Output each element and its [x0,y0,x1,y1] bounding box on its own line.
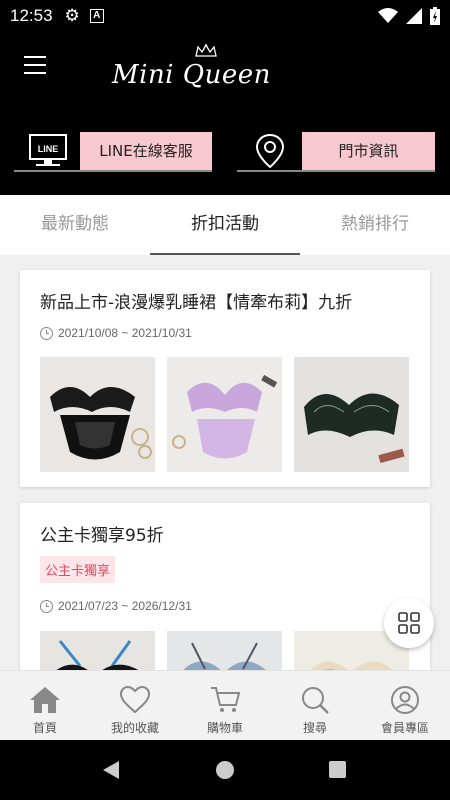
nav-favorites[interactable]: 我的收藏 [90,671,180,740]
date-range: 2021/10/08 ~ 2021/10/31 [58,326,192,340]
back-icon[interactable] [102,760,120,780]
clock-icon [40,326,53,340]
promotion-title: 新品上市-浪漫爆乳睡裙【情牽布莉】九折 [40,293,353,313]
battery-icon [430,7,440,25]
date-range: 2021/07/23 ~ 2026/12/31 [58,599,192,613]
nav-cart[interactable]: 購物車 [180,671,270,740]
line-support-button[interactable]: LINE LINE在線客服 [14,132,214,172]
logo-text: Mini Queen [112,60,271,90]
store-info-button[interactable]: 門市資訊 [237,132,437,172]
app-header: Mini Queen LINE LINE在線客服 門市資訊 [0,32,450,195]
nav-member-label: 會員專區 [380,721,429,735]
lilac-bra-image[interactable] [167,357,282,472]
recent-apps-icon[interactable] [329,761,346,778]
cart-icon [207,683,243,717]
nav-search-label: 搜尋 [302,721,327,735]
clock-icon [40,599,53,613]
status-bar: 12:53 ⚙ A [0,0,450,32]
grid-icon [398,612,420,634]
promotion-date: 2021/07/23 ~ 2026/12/31 [40,599,192,613]
nav-home[interactable]: 首頁 [0,671,90,740]
blue-floral-bra-image[interactable] [167,631,282,670]
home-circle-icon[interactable] [216,761,234,779]
nav-favorites-label: 我的收藏 [110,721,159,735]
wifi-icon [378,8,398,23]
brand-logo: Mini Queen [112,44,270,94]
menu-icon[interactable] [24,56,46,74]
bottom-navigation: 首頁 我的收藏 購物車 搜尋 會員專區 [0,670,450,740]
promotion-thumbnails [40,357,409,472]
store-info-label: 門市資訊 [302,132,435,170]
category-tabs: 最新動態 折扣活動 熱銷排行 [0,195,450,255]
nav-search[interactable]: 搜尋 [270,671,360,740]
crown-icon [195,44,217,57]
home-icon [27,683,63,717]
tab-latest-news[interactable]: 最新動態 [0,195,150,255]
tab-discounts[interactable]: 折扣活動 [150,195,300,255]
system-navigation-bar [0,740,450,800]
promotion-date: 2021/10/08 ~ 2021/10/31 [40,326,192,340]
search-icon [297,683,333,717]
line-icon-text: LINE [38,144,59,154]
nav-home-label: 首頁 [32,721,57,735]
settings-icon: ⚙ [64,6,80,26]
location-pin-icon [255,133,285,169]
nav-member[interactable]: 會員專區 [360,671,450,740]
signal-icon [406,8,422,24]
promotion-list: 新品上市-浪漫爆乳睡裙【情牽布莉】九折 2021/10/08 ~ 2021/10… [0,255,450,670]
dark-green-lace-bra-image[interactable] [294,357,409,472]
promotion-title: 公主卡獨享95折 [40,526,164,546]
line-support-label: LINE在線客服 [80,132,212,170]
status-time: 12:53 [10,6,53,25]
promotion-card[interactable]: 新品上市-浪漫爆乳睡裙【情牽布莉】九折 2021/10/08 ~ 2021/10… [20,270,430,487]
member-badge: 公主卡獨享 [40,556,116,583]
grid-menu-button[interactable] [384,598,434,648]
promotion-card[interactable]: 公主卡獨享95折 公主卡獨享 2021/07/23 ~ 2026/12/31 [20,503,430,670]
heart-icon [117,683,153,717]
black-lace-bra-image[interactable] [40,357,155,472]
line-monitor-icon: LINE [29,134,67,166]
nav-cart-label: 購物車 [206,721,243,735]
notification-a-icon: A [89,9,104,23]
promotion-thumbnails [40,631,409,670]
black-blue-bra-image[interactable] [40,631,155,670]
tab-best-sellers[interactable]: 熱銷排行 [300,195,450,255]
user-icon [387,683,423,717]
